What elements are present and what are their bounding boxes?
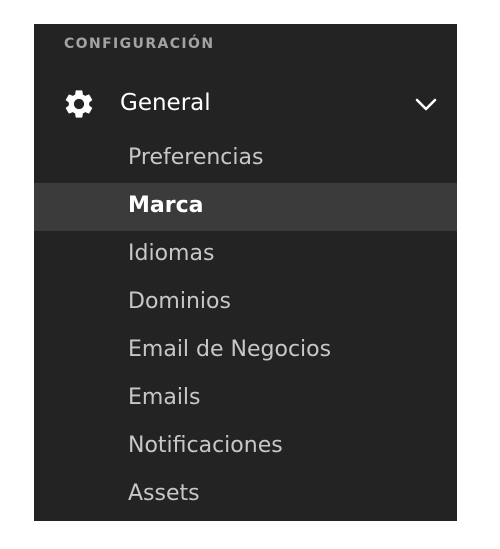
section-title: CONFIGURACIÓN (64, 36, 215, 52)
sidebar-item-label: Idiomas (128, 241, 215, 266)
sidebar-item-preferencias[interactable]: Preferencias (34, 135, 457, 183)
sidebar-item-label: Notificaciones (128, 433, 283, 458)
sidebar-item-emails[interactable]: Emails (34, 375, 457, 423)
sidebar-item-label: Email de Negocios (128, 337, 332, 362)
sidebar-item-label: Marca (128, 193, 204, 218)
general-group-header[interactable]: General (34, 82, 457, 126)
sidebar-item-label: Preferencias (128, 145, 264, 170)
sidebar-item-notificaciones[interactable]: Notificaciones (34, 423, 457, 471)
gear-icon (65, 90, 93, 118)
general-group-label: General (120, 90, 211, 116)
sidebar-item-label: Assets (128, 481, 200, 506)
sidebar-item-marca[interactable]: Marca (34, 183, 457, 231)
sidebar-item-email-de-negocios[interactable]: Email de Negocios (34, 327, 457, 375)
settings-sidebar: CONFIGURACIÓN General Preferencias Marca… (34, 24, 457, 521)
sidebar-item-label: Dominios (128, 289, 231, 314)
sidebar-item-dominios[interactable]: Dominios (34, 279, 457, 327)
general-submenu: Preferencias Marca Idiomas Dominios Emai… (34, 135, 457, 519)
sidebar-item-assets[interactable]: Assets (34, 471, 457, 519)
sidebar-item-idiomas[interactable]: Idiomas (34, 231, 457, 279)
sidebar-item-label: Emails (128, 385, 201, 410)
chevron-down-icon[interactable] (414, 94, 438, 114)
